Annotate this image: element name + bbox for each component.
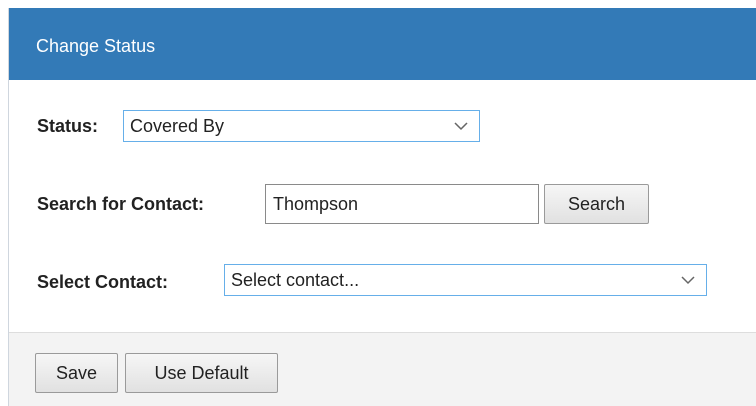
- chevron-down-icon: [681, 276, 695, 285]
- select-contact-label: Select Contact:: [37, 272, 169, 292]
- chevron-down-icon: [454, 122, 468, 131]
- dialog-footer: Save Use Default: [9, 332, 756, 406]
- save-button[interactable]: Save: [35, 353, 118, 393]
- select-contact-dropdown[interactable]: Select contact...: [224, 264, 707, 296]
- dialog-header: Change Status: [9, 8, 756, 80]
- search-contact-input[interactable]: Thompson: [265, 184, 539, 224]
- page: Change Status Status: Covered By Search …: [0, 0, 756, 406]
- dialog-title: Change Status: [36, 36, 156, 56]
- status-label: Status:: [37, 116, 99, 136]
- change-status-dialog: Change Status Status: Covered By Search …: [8, 8, 756, 406]
- status-select-value: Covered By: [130, 116, 225, 136]
- status-select[interactable]: Covered By: [123, 110, 480, 142]
- select-contact-dropdown-value: Select contact...: [231, 270, 360, 290]
- search-contact-input-value: Thompson: [273, 194, 359, 214]
- use-default-button[interactable]: Use Default: [125, 353, 278, 393]
- search-button[interactable]: Search: [544, 184, 649, 224]
- search-contact-label: Search for Contact:: [37, 194, 205, 214]
